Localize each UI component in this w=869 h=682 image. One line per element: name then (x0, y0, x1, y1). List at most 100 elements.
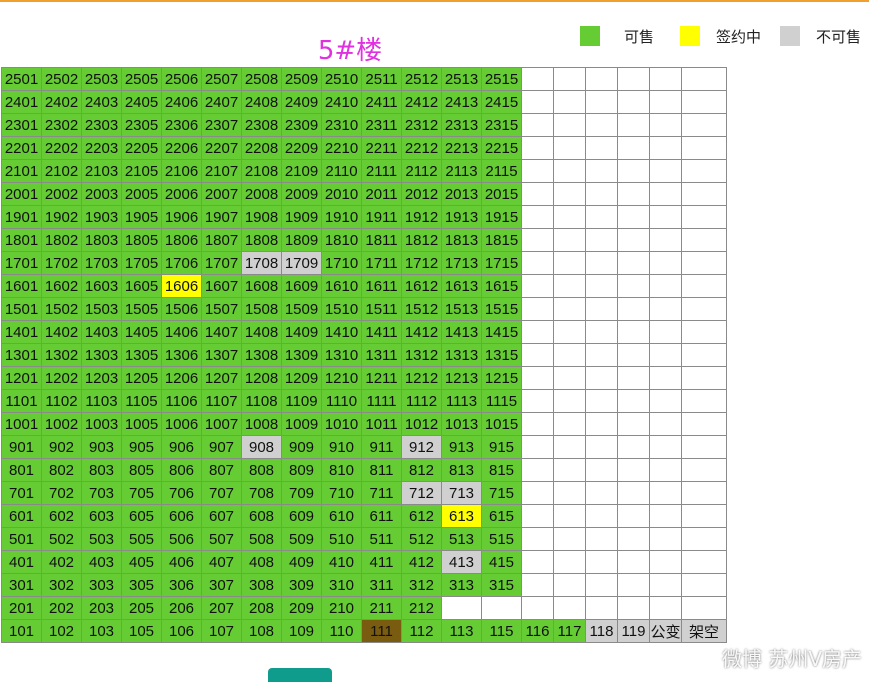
unit-cell[interactable]: 803 (81, 458, 122, 482)
unit-cell[interactable]: 1406 (161, 320, 202, 344)
unit-cell[interactable]: 2203 (81, 136, 122, 160)
unit-cell[interactable]: 1313 (441, 343, 482, 367)
unit-cell[interactable]: 2503 (81, 67, 122, 91)
unit-cell[interactable]: 513 (441, 527, 482, 551)
unit-cell[interactable]: 2312 (401, 113, 442, 137)
unit-cell[interactable]: 2006 (161, 182, 202, 206)
unit-cell[interactable]: 506 (161, 527, 202, 551)
unit-cell[interactable]: 1609 (281, 274, 322, 298)
unit-cell[interactable]: 1411 (361, 320, 402, 344)
unit-cell[interactable]: 2015 (481, 182, 522, 206)
unit-cell[interactable]: 907 (201, 435, 242, 459)
unit-cell[interactable]: 1407 (201, 320, 242, 344)
unit-cell[interactable]: 909 (281, 435, 322, 459)
unit-cell[interactable]: 505 (121, 527, 162, 551)
unit-cell[interactable]: 2207 (201, 136, 242, 160)
unit-cell[interactable]: 203 (81, 596, 122, 620)
unit-cell[interactable]: 1303 (81, 343, 122, 367)
unit-cell[interactable]: 1506 (161, 297, 202, 321)
unit-cell[interactable]: 508 (241, 527, 282, 551)
unit-cell[interactable]: 1607 (201, 274, 242, 298)
unit-cell[interactable]: 1308 (241, 343, 282, 367)
unit-cell[interactable]: 2406 (161, 90, 202, 114)
unit-cell[interactable]: 1802 (41, 228, 82, 252)
unit-cell[interactable]: 415 (481, 550, 522, 574)
unit-cell[interactable]: 1709 (281, 251, 322, 275)
unit-cell[interactable]: 1107 (201, 389, 242, 413)
unit-cell[interactable]: 410 (321, 550, 362, 574)
unit-cell[interactable]: 2101 (1, 159, 42, 183)
unit-cell[interactable]: 109 (281, 619, 322, 643)
unit-cell[interactable]: 1513 (441, 297, 482, 321)
unit-cell[interactable]: 1211 (361, 366, 402, 390)
unit-cell[interactable]: 1910 (321, 205, 362, 229)
unit-cell[interactable]: 1111 (361, 389, 402, 413)
unit-cell[interactable]: 2003 (81, 182, 122, 206)
unit-cell[interactable]: 812 (401, 458, 442, 482)
unit-cell[interactable]: 1109 (281, 389, 322, 413)
unit-cell[interactable]: 2405 (121, 90, 162, 114)
unit-cell[interactable]: 613 (441, 504, 482, 528)
unit-cell[interactable]: 1806 (161, 228, 202, 252)
unit-cell[interactable]: 2507 (201, 67, 242, 91)
unit-cell[interactable]: 912 (401, 435, 442, 459)
unit-cell[interactable]: 1613 (441, 274, 482, 298)
unit-cell[interactable]: 801 (1, 458, 42, 482)
unit-cell[interactable]: 1310 (321, 343, 362, 367)
unit-cell[interactable]: 2205 (121, 136, 162, 160)
unit-cell[interactable]: 1410 (321, 320, 362, 344)
unit-cell[interactable]: 2213 (441, 136, 482, 160)
bottom-tab[interactable] (268, 668, 332, 682)
unit-cell[interactable]: 1007 (201, 412, 242, 436)
unit-cell[interactable]: 810 (321, 458, 362, 482)
unit-cell[interactable]: 1002 (41, 412, 82, 436)
unit-cell[interactable]: 2315 (481, 113, 522, 137)
unit-cell[interactable]: 310 (321, 573, 362, 597)
unit-cell[interactable]: 408 (241, 550, 282, 574)
unit-cell[interactable]: 308 (241, 573, 282, 597)
unit-cell[interactable]: 2008 (241, 182, 282, 206)
unit-cell[interactable]: 1110 (321, 389, 362, 413)
unit-cell[interactable]: 2005 (121, 182, 162, 206)
unit-cell[interactable]: 1911 (361, 205, 402, 229)
unit-cell[interactable]: 811 (361, 458, 402, 482)
unit-cell[interactable]: 110 (321, 619, 362, 643)
unit-cell[interactable]: 2105 (121, 159, 162, 183)
unit-cell[interactable]: 1008 (241, 412, 282, 436)
unit-cell[interactable]: 1203 (81, 366, 122, 390)
unit-cell[interactable]: 2412 (401, 90, 442, 114)
unit-cell[interactable]: 301 (1, 573, 42, 597)
unit-cell[interactable]: 510 (321, 527, 362, 551)
unit-cell[interactable]: 1702 (41, 251, 82, 275)
unit-cell[interactable]: 1706 (161, 251, 202, 275)
unit-cell[interactable]: 1608 (241, 274, 282, 298)
unit-cell[interactable]: 1113 (441, 389, 482, 413)
unit-cell[interactable]: 1511 (361, 297, 402, 321)
unit-cell[interactable]: 2209 (281, 136, 322, 160)
unit-cell[interactable]: 808 (241, 458, 282, 482)
unit-cell[interactable]: 906 (161, 435, 202, 459)
unit-cell[interactable]: 603 (81, 504, 122, 528)
unit-cell[interactable]: 1909 (281, 205, 322, 229)
unit-cell[interactable]: 309 (281, 573, 322, 597)
unit-cell[interactable]: 1502 (41, 297, 82, 321)
unit-cell[interactable]: 1612 (401, 274, 442, 298)
unit-cell[interactable]: 1606 (161, 274, 202, 298)
unit-cell[interactable]: 1215 (481, 366, 522, 390)
unit-cell[interactable]: 915 (481, 435, 522, 459)
unit-cell[interactable]: 1703 (81, 251, 122, 275)
unit-cell[interactable]: 201 (1, 596, 42, 620)
unit-cell[interactable]: 501 (1, 527, 42, 551)
unit-cell[interactable]: 1307 (201, 343, 242, 367)
unit-cell[interactable]: 1413 (441, 320, 482, 344)
unit-cell[interactable]: 1710 (321, 251, 362, 275)
unit-cell[interactable]: 1905 (121, 205, 162, 229)
unit-cell[interactable]: 1713 (441, 251, 482, 275)
unit-cell[interactable]: 1102 (41, 389, 82, 413)
unit-cell[interactable]: 712 (401, 481, 442, 505)
unit-cell[interactable]: 2306 (161, 113, 202, 137)
unit-cell[interactable]: 615 (481, 504, 522, 528)
unit-cell[interactable]: 710 (321, 481, 362, 505)
unit-cell[interactable]: 2402 (41, 90, 82, 114)
unit-cell[interactable]: 701 (1, 481, 42, 505)
